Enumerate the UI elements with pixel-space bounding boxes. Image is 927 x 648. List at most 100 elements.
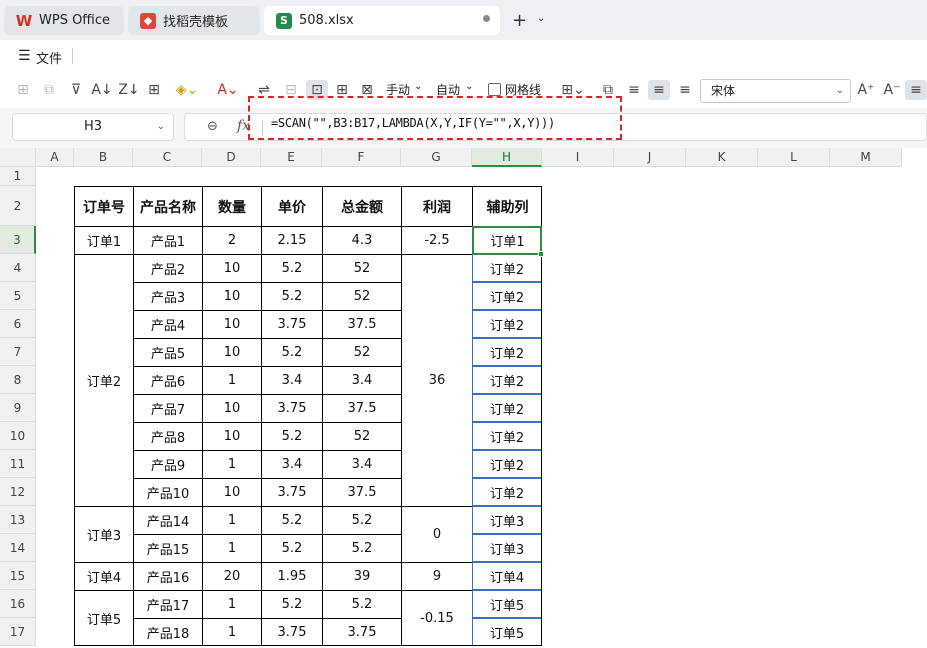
total-amount-cell[interactable]: 5.2 xyxy=(322,506,401,534)
new-tab-plus-icon[interactable]: + xyxy=(512,10,527,31)
helper-column-cell[interactable]: 订单2 xyxy=(472,478,542,506)
row-header-11[interactable]: 11 xyxy=(0,450,36,478)
borders-icon[interactable]: ⊞ xyxy=(145,80,163,100)
helper-column-cell[interactable]: 订单2 xyxy=(472,394,542,422)
quantity-cell[interactable]: 10 xyxy=(202,310,261,338)
hamburger-menu-icon[interactable]: ☰ xyxy=(18,48,31,64)
row-header-12[interactable]: 12 xyxy=(0,478,36,506)
table-header-cell[interactable]: 利润 xyxy=(401,186,472,226)
helper-column-cell[interactable]: 订单2 xyxy=(472,422,542,450)
quantity-cell[interactable]: 1 xyxy=(202,618,261,646)
name-box[interactable]: H3 ⌄ xyxy=(12,113,174,141)
quantity-cell[interactable]: 1 xyxy=(202,366,261,394)
unit-price-cell[interactable]: 3.75 xyxy=(261,478,322,506)
quantity-cell[interactable]: 1 xyxy=(202,590,261,618)
paste-special-icon[interactable]: ⧉ xyxy=(40,80,58,100)
column-header-J[interactable]: J xyxy=(614,148,686,167)
helper-column-cell[interactable]: 订单2 xyxy=(472,310,542,338)
total-amount-cell[interactable]: 52 xyxy=(322,422,401,450)
row-header-17[interactable]: 17 xyxy=(0,618,36,646)
column-header-I[interactable]: I xyxy=(542,148,614,167)
product-name-cell[interactable]: 产品5 xyxy=(133,338,202,366)
row-header-3[interactable]: 3 xyxy=(0,226,36,254)
helper-column-cell[interactable]: 订单2 xyxy=(472,254,542,282)
helper-column-cell[interactable]: 订单3 xyxy=(472,506,542,534)
tab-templates[interactable]: ◆ 找稻壳模板 xyxy=(128,6,260,35)
quantity-cell[interactable]: 1 xyxy=(202,534,261,562)
chevron-down-icon[interactable]: ⌄ xyxy=(465,81,473,92)
align-left-icon[interactable]: ≡ xyxy=(625,80,643,100)
font-family-select[interactable]: 宋体 ⌄ xyxy=(700,79,851,103)
unit-price-cell[interactable]: 5.2 xyxy=(261,338,322,366)
table-header-cell[interactable]: 数量 xyxy=(202,186,261,226)
profit-cell[interactable]: 0 xyxy=(401,506,472,562)
product-name-cell[interactable]: 产品1 xyxy=(133,226,202,254)
profit-cell[interactable]: -2.5 xyxy=(401,226,472,254)
product-name-cell[interactable]: 产品18 xyxy=(133,618,202,646)
number-format-icon[interactable]: ⊞ xyxy=(14,80,32,100)
sort-ascending-icon[interactable]: A↓ xyxy=(91,80,112,100)
unsaved-dot-icon[interactable] xyxy=(483,15,490,22)
product-name-cell[interactable]: 产品6 xyxy=(133,366,202,394)
quantity-cell[interactable]: 10 xyxy=(202,254,261,282)
unit-price-cell[interactable]: 5.2 xyxy=(261,506,322,534)
column-header-M[interactable]: M xyxy=(830,148,902,167)
row-header-9[interactable]: 9 xyxy=(0,394,36,422)
quantity-cell[interactable]: 10 xyxy=(202,422,261,450)
align-right-icon[interactable]: ≡ xyxy=(676,80,694,100)
order-id-cell[interactable]: 订单5 xyxy=(74,590,133,646)
unit-price-cell[interactable]: 5.2 xyxy=(261,282,322,310)
total-amount-cell[interactable]: 3.75 xyxy=(322,618,401,646)
helper-column-cell[interactable]: 订单2 xyxy=(472,338,542,366)
total-amount-cell[interactable]: 39 xyxy=(322,562,401,590)
product-name-cell[interactable]: 产品8 xyxy=(133,422,202,450)
row-header-6[interactable]: 6 xyxy=(0,310,36,338)
align-center-icon[interactable]: ≡ xyxy=(648,80,670,100)
quantity-cell[interactable]: 10 xyxy=(202,338,261,366)
row-header-10[interactable]: 10 xyxy=(0,422,36,450)
quantity-cell[interactable]: 10 xyxy=(202,478,261,506)
chevron-down-icon[interactable]: ⌄ xyxy=(537,13,545,24)
gridlines-checkbox[interactable] xyxy=(488,83,501,96)
select-all-corner[interactable] xyxy=(0,148,36,167)
column-header-K[interactable]: K xyxy=(686,148,758,167)
profit-cell[interactable]: -0.15 xyxy=(401,590,472,646)
table-header-cell[interactable]: 订单号 xyxy=(74,186,133,226)
row-header-8[interactable]: 8 xyxy=(0,366,36,394)
row-header-4[interactable]: 4 xyxy=(0,254,36,282)
helper-column-cell[interactable]: 订单2 xyxy=(472,282,542,310)
fill-color-icon[interactable]: ◈⌄ xyxy=(173,80,201,100)
unit-price-cell[interactable]: 2.15 xyxy=(261,226,322,254)
unit-price-cell[interactable]: 3.4 xyxy=(261,366,322,394)
total-amount-cell[interactable]: 5.2 xyxy=(322,590,401,618)
product-name-cell[interactable]: 产品2 xyxy=(133,254,202,282)
selected-cell-outline[interactable] xyxy=(472,226,542,255)
row-header-5[interactable]: 5 xyxy=(0,282,36,310)
total-amount-cell[interactable]: 4.3 xyxy=(322,226,401,254)
chevron-down-icon[interactable]: ⌄ xyxy=(414,81,422,92)
row-header-2[interactable]: 2 xyxy=(0,186,36,226)
product-name-cell[interactable]: 产品17 xyxy=(133,590,202,618)
row-header-14[interactable]: 14 xyxy=(0,534,36,562)
product-name-cell[interactable]: 产品3 xyxy=(133,282,202,310)
tab-workbook[interactable]: S 508.xlsx xyxy=(264,6,500,35)
unit-price-cell[interactable]: 5.2 xyxy=(261,422,322,450)
tab-wps-office[interactable]: W WPS Office xyxy=(4,6,124,35)
column-header-F[interactable]: F xyxy=(322,148,401,167)
row-header-16[interactable]: 16 xyxy=(0,590,36,618)
product-name-cell[interactable]: 产品4 xyxy=(133,310,202,338)
quantity-cell[interactable]: 1 xyxy=(202,450,261,478)
column-header-C[interactable]: C xyxy=(133,148,202,167)
table-header-cell[interactable]: 辅助列 xyxy=(472,186,542,226)
decrease-font-size-icon[interactable]: A⁻ xyxy=(882,80,902,100)
helper-column-cell[interactable]: 订单2 xyxy=(472,366,542,394)
column-header-E[interactable]: E xyxy=(261,148,322,167)
row-header-15[interactable]: 15 xyxy=(0,562,36,590)
unit-price-cell[interactable]: 3.75 xyxy=(261,618,322,646)
unit-price-cell[interactable]: 3.75 xyxy=(261,394,322,422)
product-name-cell[interactable]: 产品14 xyxy=(133,506,202,534)
column-header-B[interactable]: B xyxy=(74,148,133,167)
row-header-1[interactable]: 1 xyxy=(0,167,36,186)
quantity-cell[interactable]: 1 xyxy=(202,506,261,534)
order-id-cell[interactable]: 订单3 xyxy=(74,506,133,562)
